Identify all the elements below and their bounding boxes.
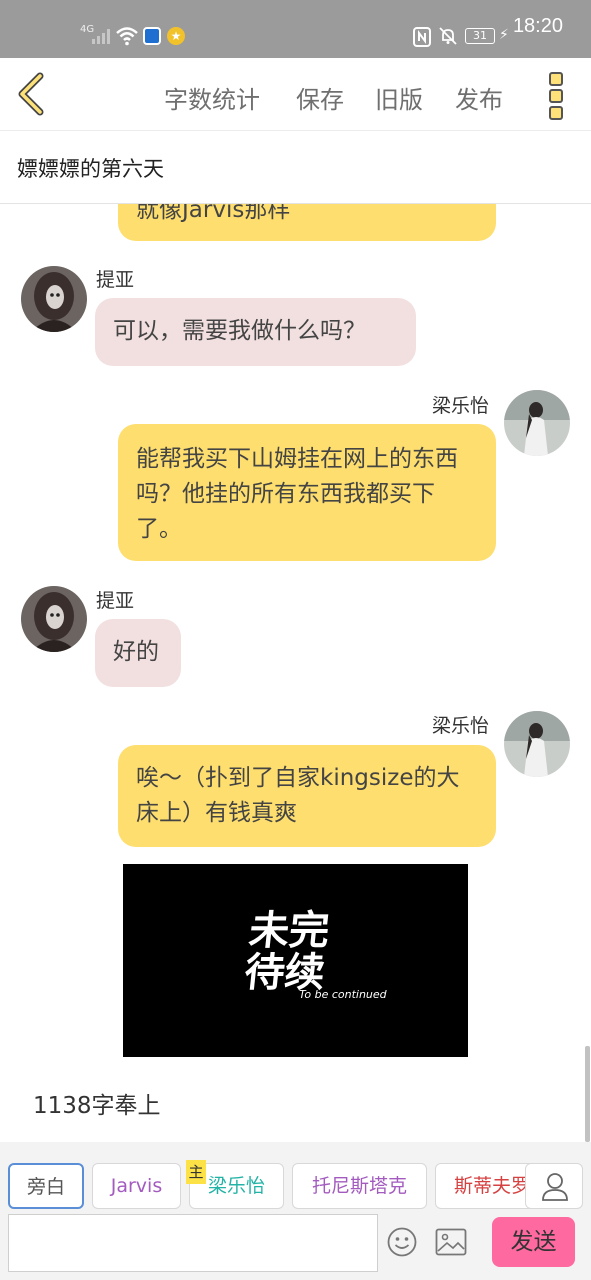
character-chip-jarvis[interactable]: Jarvis	[92, 1163, 181, 1209]
image-title: 未完 待续	[242, 908, 348, 996]
avatar-liang-leyi[interactable]	[504, 390, 570, 456]
mute-bell-icon	[439, 27, 457, 45]
footer-note: 1138字奉上	[33, 1093, 161, 1119]
character-label: 旁白	[26, 1176, 65, 1198]
add-character-button[interactable]	[525, 1163, 583, 1209]
old-version-button[interactable]: 旧版	[375, 80, 423, 115]
chat-area[interactable]: 就像Jarvis那样 提亚 可以，需要我做什么吗？ 梁乐怡 能帮我买下山姆挂在网…	[0, 204, 591, 1142]
message-input[interactable]	[8, 1214, 378, 1272]
speaker-name: 梁乐怡	[432, 395, 490, 417]
portrait-photo-icon	[504, 390, 570, 456]
nfc-icon	[413, 27, 431, 47]
message-bubble[interactable]: 可以，需要我做什么吗？	[95, 298, 416, 366]
message-text: 能帮我买下山姆挂在网上的东西吗？他挂的所有东西我都买下了。	[136, 446, 458, 542]
send-button[interactable]: 发送	[492, 1217, 575, 1267]
user-icon	[542, 1173, 568, 1201]
main-character-badge: 主	[186, 1160, 206, 1184]
security-app-icon	[143, 27, 161, 45]
portrait-photo-icon	[504, 711, 570, 777]
save-button[interactable]: 保存	[296, 80, 344, 115]
wifi-icon	[116, 27, 138, 46]
battery-level: 31	[473, 29, 487, 42]
word-count-button[interactable]: 字数统计	[164, 80, 260, 115]
speaker-name: 梁乐怡	[432, 715, 490, 737]
character-chip-steve-rogers[interactable]: 斯蒂夫罗	[435, 1163, 535, 1209]
character-chip-narrator[interactable]: 旁白	[8, 1163, 84, 1209]
message-text: 好的	[113, 639, 159, 665]
image-subtitle: To be continued	[299, 988, 387, 1001]
image-title-line1: 未完	[246, 908, 332, 954]
to-be-continued-image[interactable]: 未完 待续 To be continued	[123, 864, 468, 1057]
top-toolbar: 字数统计 保存 旧版 发布	[0, 58, 591, 131]
story-title-bar[interactable]: 嫖嫖嫖的第六天	[0, 131, 591, 204]
hooded-figure-icon	[21, 266, 87, 332]
message-text: 唉～（扑到了自家kingsize的大床上）有钱真爽	[136, 765, 460, 826]
hooded-figure-icon	[21, 586, 87, 652]
emoji-icon[interactable]	[386, 1226, 418, 1258]
back-chevron-icon[interactable]	[14, 72, 48, 116]
image-icon[interactable]	[435, 1228, 467, 1256]
character-chip-tony-stark[interactable]: 托尼斯塔克	[292, 1163, 427, 1209]
character-label: 托尼斯塔克	[311, 1175, 407, 1197]
message-text: 可以，需要我做什么吗？	[113, 318, 366, 344]
battery-icon: 31	[465, 28, 495, 44]
message-text: 就像Jarvis那样	[136, 204, 291, 223]
star-badge-icon: ★	[167, 27, 185, 45]
clock: 18:20	[512, 15, 563, 37]
charging-icon: ⚡	[499, 27, 509, 43]
status-bar: 4G ★ 31 ⚡ 18:20	[0, 0, 591, 58]
message-bubble[interactable]: 能帮我买下山姆挂在网上的东西吗？他挂的所有东西我都买下了。	[118, 424, 496, 561]
avatar-liang-leyi[interactable]	[504, 711, 570, 777]
speaker-name: 提亚	[96, 269, 135, 291]
character-label: 斯蒂夫罗	[454, 1175, 531, 1197]
scrollbar[interactable]	[585, 1046, 590, 1142]
avatar-tia[interactable]	[21, 586, 87, 652]
composer-panel: 旁白 Jarvis 梁乐怡 主 托尼斯塔克 斯蒂夫罗 发送	[0, 1142, 591, 1280]
story-title: 嫖嫖嫖的第六天	[17, 157, 164, 181]
message-bubble[interactable]: 好的	[95, 619, 181, 687]
signal-icon	[92, 28, 112, 44]
publish-button[interactable]: 发布	[455, 80, 503, 115]
message-bubble[interactable]: 就像Jarvis那样	[118, 204, 496, 241]
more-options-icon[interactable]	[549, 72, 567, 120]
avatar-tia[interactable]	[21, 266, 87, 332]
speaker-name: 提亚	[96, 590, 135, 612]
message-bubble[interactable]: 唉～（扑到了自家kingsize的大床上）有钱真爽	[118, 745, 496, 847]
character-label: Jarvis	[110, 1175, 163, 1197]
character-label: 梁乐怡	[207, 1175, 265, 1197]
